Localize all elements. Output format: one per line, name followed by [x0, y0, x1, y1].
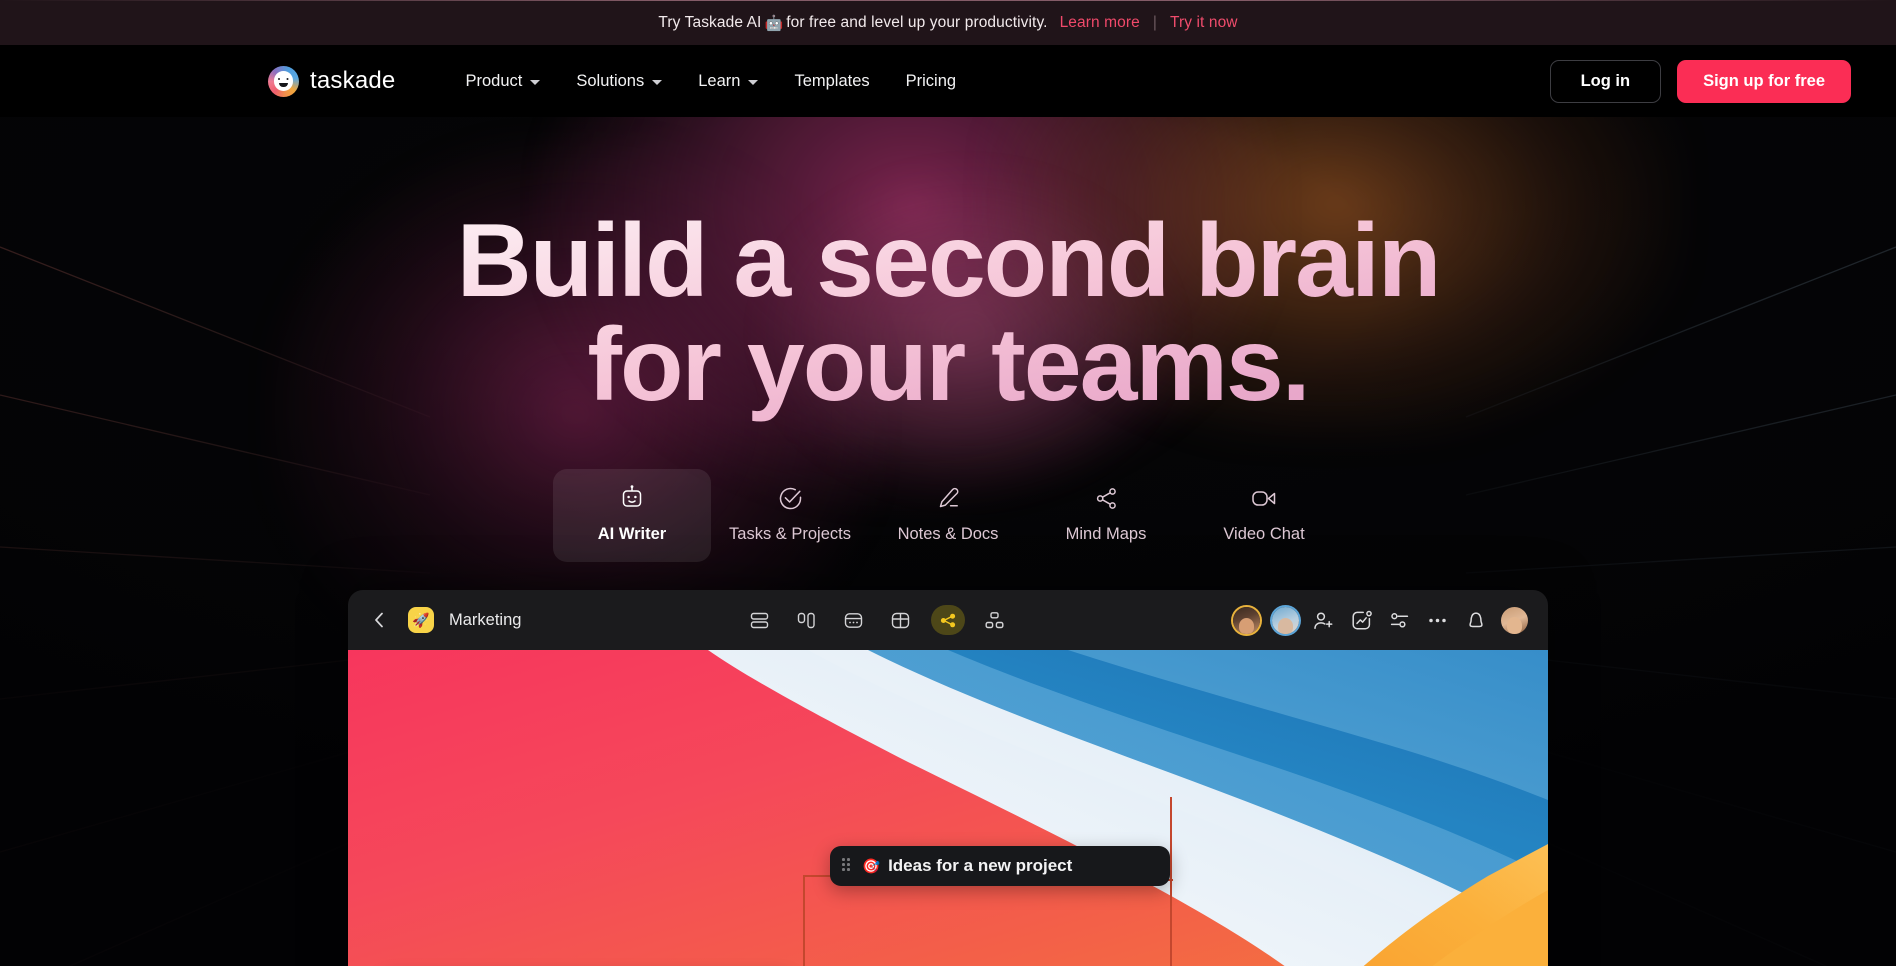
tab-tasks-projects[interactable]: Tasks & Projects: [711, 469, 869, 562]
invite-member-icon[interactable]: [1311, 607, 1337, 633]
tab-mind-maps[interactable]: Mind Maps: [1027, 469, 1185, 562]
filter-sort-icon[interactable]: [1387, 607, 1413, 633]
nav-item-pricing-label: Pricing: [905, 71, 957, 90]
mindmap-canvas[interactable]: 🎯 Ideas for a new project 🧠 Brainstormin…: [348, 650, 1548, 966]
collaborator-avatar-2[interactable]: [1271, 606, 1299, 634]
project-name[interactable]: Marketing: [449, 611, 521, 630]
notifications-bell-icon[interactable]: [1463, 607, 1489, 633]
tab-video-chat[interactable]: Video Chat: [1185, 469, 1343, 562]
back-chevron-icon[interactable]: [366, 607, 392, 633]
promo-text-after: for free and level up your productivity.: [786, 13, 1048, 31]
tab-ai-writer[interactable]: AI Writer: [553, 469, 711, 562]
activity-icon[interactable]: [1349, 607, 1375, 633]
nav-item-solutions[interactable]: Solutions: [558, 64, 680, 99]
hero-title-line-2: for your teams.: [587, 307, 1309, 423]
nav-item-product-label: Product: [465, 71, 523, 90]
nav-links: Product Solutions Learn Templates Pricin…: [447, 64, 974, 99]
chevron-down-icon: [530, 79, 541, 85]
project-emoji-icon[interactable]: 🚀: [408, 607, 434, 633]
pen-icon: [934, 484, 962, 512]
node-connector-left-horizontal: [803, 875, 831, 877]
mindmap-node-ideas[interactable]: 🎯 Ideas for a new project: [830, 846, 1170, 886]
nav-item-product[interactable]: Product: [447, 64, 558, 99]
node-connector-vertical: [1170, 797, 1172, 966]
promo-separator: |: [1152, 13, 1157, 31]
board-view-icon[interactable]: [790, 605, 824, 635]
tab-tasks-projects-label: Tasks & Projects: [729, 525, 851, 543]
hero-section: Build a second brain for your teams. AI …: [0, 117, 1896, 966]
nav-item-templates-label: Templates: [794, 71, 870, 90]
promo-learn-more-link[interactable]: Learn more: [1060, 14, 1140, 32]
tab-video-chat-label: Video Chat: [1223, 525, 1305, 543]
nav-item-templates[interactable]: Templates: [776, 64, 887, 99]
promo-banner: Try Taskade AI 🤖 for free and level up y…: [0, 0, 1896, 45]
tab-ai-writer-label: AI Writer: [597, 525, 667, 543]
signup-button[interactable]: Sign up for free: [1677, 59, 1851, 103]
collaborator-avatar-1[interactable]: [1232, 606, 1260, 634]
page-title: Build a second brain for your teams.: [0, 209, 1896, 427]
nav-item-pricing[interactable]: Pricing: [888, 64, 974, 99]
view-switcher: [743, 605, 1012, 635]
share-nodes-icon: [1092, 484, 1120, 512]
tab-mind-maps-label: Mind Maps: [1065, 525, 1147, 543]
tab-notes-docs-label: Notes & Docs: [897, 525, 999, 543]
chevron-down-icon: [748, 79, 759, 85]
app-preview-window: 🚀 Marketing 🎯 Ideas for a new project: [348, 590, 1548, 966]
nav-item-solutions-label: Solutions: [576, 71, 645, 90]
target-emoji-icon: 🎯: [862, 858, 881, 875]
mindmap-view-icon[interactable]: [930, 605, 965, 635]
login-button[interactable]: Log in: [1549, 59, 1662, 103]
app-toolbar: 🚀 Marketing: [348, 590, 1548, 650]
table-view-icon[interactable]: [884, 605, 918, 635]
user-avatar[interactable]: [1500, 606, 1528, 634]
tab-notes-docs[interactable]: Notes & Docs: [869, 469, 1027, 562]
calendar-view-icon[interactable]: [837, 605, 871, 635]
list-view-icon[interactable]: [743, 605, 777, 635]
feature-tab-list: AI Writer Tasks & Projects Notes & Docs: [0, 469, 1896, 562]
video-camera-icon: [1250, 484, 1278, 512]
nav-actions: Log in Sign up for free: [1549, 59, 1851, 103]
nav-item-learn[interactable]: Learn: [680, 64, 776, 99]
robot-icon: [618, 484, 646, 512]
more-options-icon[interactable]: [1425, 607, 1451, 633]
org-chart-view-icon[interactable]: [978, 605, 1012, 635]
promo-text-before: Try Taskade AI: [658, 13, 762, 31]
main-navbar: taskade Product Solutions Learn Template…: [0, 45, 1896, 117]
hero-title-line-1: Build a second brain: [456, 203, 1440, 319]
brand-logo-link[interactable]: taskade: [268, 65, 396, 97]
robot-emoji-icon: 🤖: [764, 14, 784, 32]
promo-try-it-now-link[interactable]: Try it now: [1170, 14, 1238, 32]
check-circle-icon: [776, 484, 804, 512]
drag-handle-icon[interactable]: [842, 858, 852, 874]
brand-wordmark: taskade: [310, 67, 396, 94]
chevron-down-icon: [652, 79, 663, 85]
canvas-wallpaper: [348, 650, 1548, 966]
taskade-logo-icon: [268, 65, 299, 97]
nav-item-learn-label: Learn: [698, 71, 741, 90]
toolbar-right-group: [1232, 606, 1528, 634]
mindmap-node-ideas-label: Ideas for a new project: [888, 856, 1073, 875]
node-connector-left-vertical: [803, 875, 805, 966]
